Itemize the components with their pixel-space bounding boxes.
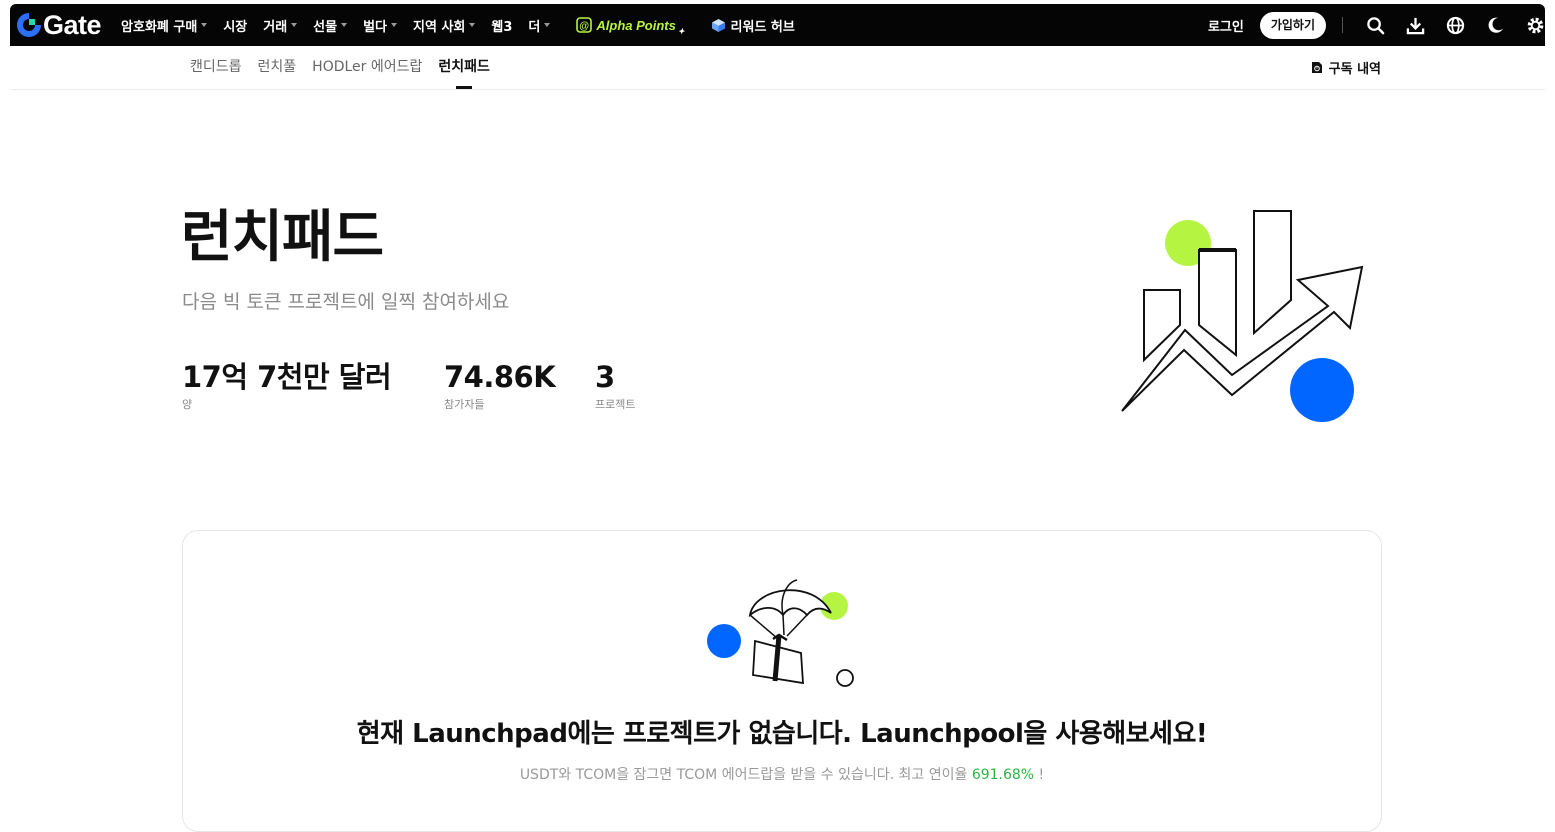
stat-value: 74.86K [444,360,556,394]
stat-value: 17억 7천만 달러 [182,360,392,394]
gate-logo-icon [17,12,42,37]
alpha-points-label: Alpha Points [596,17,676,33]
reward-hub-label: 리워드 허브 [730,19,795,35]
search-icon[interactable] [1365,15,1385,35]
page-subtitle: 다음 빅 토큰 프로젝트에 일찍 참여하세요 [182,291,510,313]
globe-icon[interactable] [1445,15,1465,35]
max-apr-value: 691.68% [971,767,1035,783]
launch-tabs: 캔디드롭 런치풀 HODLer 에어드랍 런치패드 [190,46,506,89]
account-actions: 로그인 가입하기 [1208,4,1545,46]
empty-state-title: 현재 Launchpad에는 프로젝트가 없습니다. Launchpool을 사… [356,719,1208,749]
signup-button[interactable]: 가입하기 [1259,11,1326,39]
main-menu: 암호화폐 구매 시장 거래 선물 벌다 지역 사회 웹3 더 @ Alpha P… [121,4,795,46]
nav-item-earn[interactable]: 벌다 [363,16,398,35]
svg-text:@: @ [579,21,589,32]
stat-label: 참가자들 [444,398,485,411]
chevron-down-icon [201,23,208,27]
nav-item-more[interactable]: 더 [528,16,551,35]
nav-item-label: 더 [528,19,541,35]
alpha-at-icon: @ [576,17,593,33]
divider [1342,17,1343,33]
gear-icon[interactable] [1525,15,1545,35]
nav-item-label: 거래 [263,19,288,35]
nav-item-label: 지역 사회 [413,19,466,35]
tab-launchpool[interactable]: 런치풀 [258,46,297,89]
nav-item-label: 벌다 [363,19,388,35]
brand-name: Gate [43,10,102,40]
nav-item-markets[interactable]: 시장 [223,16,247,35]
nav-item-futures[interactable]: 선물 [313,16,348,35]
chevron-down-icon [391,23,398,27]
chevron-down-icon [341,23,348,27]
airdrop-parachute-illustration [707,579,854,687]
stat-label: 프로젝트 [595,398,636,411]
moon-icon[interactable] [1485,15,1505,35]
stat-value: 3 [595,360,615,394]
nav-item-label: 웹3 [491,19,513,35]
alpha-points-link[interactable]: @ Alpha Points ✦ [576,15,685,36]
chevron-down-icon [469,23,476,27]
reward-hub-link[interactable]: 리워드 허브 [711,16,795,35]
stat-projects: 3 프로젝트 [595,358,635,412]
sub-navigation: 캔디드롭 런치풀 HODLer 에어드랍 런치패드 구독 내역 [10,46,1545,90]
gate-logo[interactable]: Gate [16,4,102,46]
tab-candydrop[interactable]: 캔디드롭 [190,46,242,89]
stat-volume: 17억 7천만 달러 양 [182,358,392,412]
stat-participants: 74.86K 참가자들 [444,358,556,412]
tab-hodler-airdrop[interactable]: HODLer 에어드랍 [312,46,422,89]
document-icon [1311,62,1322,73]
subtitle-text: USDT와 TCOM을 잠그면 TCOM 에어드랍을 받을 수 있습니다. 최고… [519,767,972,783]
login-button[interactable]: 로그인 [1208,16,1244,35]
nav-item-label: 시장 [223,19,248,35]
nav-item-community[interactable]: 지역 사회 [413,16,476,35]
top-navigation-bar: Gate 암호화폐 구매 시장 거래 선물 벌다 지역 사회 웹3 더 @ Al… [10,4,1545,46]
growth-chart-illustration [1121,210,1364,422]
stat-label: 양 [182,398,193,411]
empty-state-card: 현재 Launchpad에는 프로젝트가 없습니다. Launchpool을 사… [182,530,1382,832]
empty-state-subtitle: USDT와 TCOM을 잠그면 TCOM 에어드랍을 받을 수 있습니다. 최고… [183,765,1381,785]
reward-box-icon [711,18,725,32]
download-icon[interactable] [1405,15,1425,35]
tab-launchpad[interactable]: 런치패드 [438,46,490,89]
chevron-down-icon [544,23,551,27]
nav-item-web3[interactable]: 웹3 [491,16,512,35]
sparkle-icon: ✦ [677,26,685,36]
nav-item-trade[interactable]: 거래 [263,16,298,35]
page-title: 런치패드 [181,205,384,270]
chevron-down-icon [291,23,298,27]
subtitle-end: ! [1034,767,1045,783]
history-label: 구독 내역 [1328,62,1381,77]
subscription-history-link[interactable]: 구독 내역 [1311,46,1381,89]
nav-item-buy-crypto[interactable]: 암호화폐 구매 [121,16,208,35]
nav-item-label: 선물 [313,19,338,35]
nav-item-label: 암호화폐 구매 [121,19,198,35]
